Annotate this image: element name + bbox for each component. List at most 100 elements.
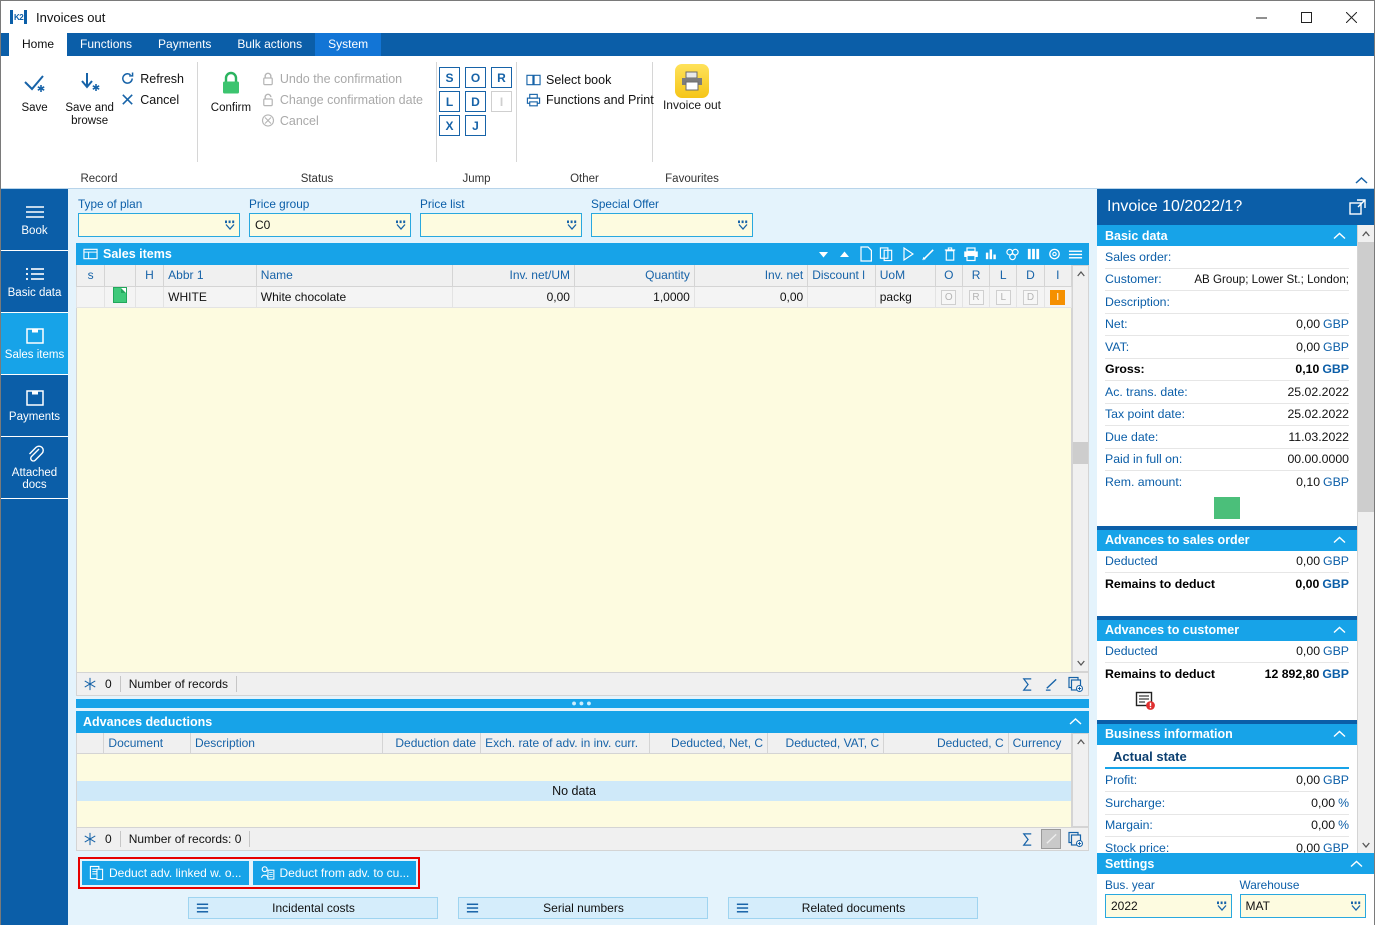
collapse-chevron-icon[interactable] [1333, 232, 1353, 240]
col-deduction-date[interactable]: Deduction date [381, 732, 482, 755]
lookup-icon[interactable] [1349, 898, 1363, 914]
bus-year-input[interactable]: 2022 [1105, 894, 1232, 918]
sidebar-item-payments[interactable]: Payments [1, 375, 68, 437]
tab-home[interactable]: Home [9, 33, 68, 56]
collap[interactable] [1350, 860, 1370, 868]
deduct-adv-linked-button[interactable]: Deduct adv. linked w. o... [82, 861, 249, 885]
lookup-icon[interactable] [1215, 898, 1229, 914]
cancel-status-button[interactable]: Cancel [258, 110, 430, 131]
col-uom[interactable]: UoM [874, 265, 936, 287]
jump-key-d[interactable]: D [465, 91, 486, 112]
col-discount[interactable]: Discount l [807, 265, 876, 287]
col-deducted[interactable]: Deducted, C [883, 732, 1009, 755]
columns-icon[interactable] [1024, 245, 1043, 264]
functions-and-print-button[interactable]: Functions and Print [523, 90, 661, 110]
popout-icon[interactable] [1349, 198, 1366, 216]
run-icon[interactable] [898, 245, 917, 264]
col-s[interactable]: s [75, 265, 106, 287]
print-icon[interactable] [961, 245, 980, 264]
col-r[interactable]: R [961, 265, 991, 287]
add-record-icon[interactable] [1065, 674, 1085, 694]
collapse-chevron-icon[interactable] [1333, 626, 1353, 634]
settings-icon[interactable] [1045, 245, 1064, 264]
refresh-button[interactable]: Refresh [117, 68, 191, 89]
right-panel-scrollbar[interactable] [1357, 225, 1374, 853]
deduct-from-adv-button[interactable]: Deduct from adv. to cu... [252, 861, 417, 885]
tab-bulk-actions[interactable]: Bulk actions [224, 33, 315, 56]
jump-key-o[interactable]: O [465, 67, 486, 88]
snowflake-icon[interactable] [80, 674, 100, 694]
new-record-icon[interactable] [856, 245, 875, 264]
collapse-chevron-icon[interactable] [1333, 536, 1353, 544]
col-description[interactable]: Description [189, 732, 383, 755]
cancel-record-button[interactable]: Cancel [117, 89, 191, 110]
col-document[interactable]: Document [103, 732, 191, 755]
sales-items-scrollbar[interactable] [1072, 265, 1089, 673]
col-abbr1[interactable]: Abbr 1 [163, 265, 257, 287]
change-confirmation-date-button[interactable]: Change confirmation date [258, 89, 430, 110]
favourite-invoice-out-button[interactable]: Invoice out [659, 62, 725, 112]
lookup-icon[interactable] [565, 217, 579, 233]
ribbon-collapse-icon[interactable] [1355, 176, 1368, 185]
col-blank[interactable] [75, 732, 105, 755]
save-button[interactable]: Save [7, 62, 62, 115]
col-h[interactable]: H [134, 265, 165, 287]
col-exch-rate[interactable]: Exch. rate of adv. in inv. curr. [480, 732, 650, 755]
delete-icon[interactable] [940, 245, 959, 264]
col-currency[interactable]: Currency [1007, 732, 1073, 755]
col-name[interactable]: Name [255, 265, 453, 287]
minimize-button[interactable] [1239, 1, 1284, 33]
edit-icon[interactable] [919, 245, 938, 264]
sum-icon[interactable] [1017, 674, 1037, 694]
sort-desc-icon[interactable] [814, 245, 833, 264]
tab-functions[interactable]: Functions [67, 33, 145, 56]
menu-icon[interactable] [1066, 245, 1085, 264]
sort-asc-icon[interactable] [835, 245, 854, 264]
serial-numbers-button[interactable]: Serial numbers [457, 897, 708, 919]
maximize-button[interactable] [1284, 1, 1329, 33]
pivot-icon[interactable] [1003, 245, 1022, 264]
sum-icon[interactable] [1017, 829, 1037, 849]
col-o[interactable]: O [934, 265, 963, 287]
sidebar-item-attached-docs[interactable]: Attached docs [1, 437, 68, 499]
col-deducted-net[interactable]: Deducted, Net, C [648, 732, 769, 755]
col-d[interactable]: D [1016, 265, 1045, 287]
col-quantity[interactable]: Quantity [573, 265, 695, 287]
panel-splitter[interactable]: ●●● [76, 699, 1089, 708]
special-offer-input[interactable] [591, 213, 753, 237]
type-of-plan-input[interactable] [78, 213, 240, 237]
col-l[interactable]: L [989, 265, 1018, 287]
scroll-thumb[interactable] [1073, 441, 1088, 464]
scroll-track[interactable] [1358, 512, 1374, 836]
lookup-icon[interactable] [394, 217, 408, 233]
warehouse-input[interactable]: MAT [1239, 894, 1366, 918]
tab-system[interactable]: System [315, 33, 382, 56]
edit-pencil-icon[interactable] [1041, 674, 1061, 694]
select-book-button[interactable]: Select book [523, 70, 661, 90]
col-deducted-vat[interactable]: Deducted, VAT, C [767, 732, 885, 755]
col-i[interactable]: I [1043, 265, 1073, 287]
table-row[interactable]: WHITE White chocolate 0,00 1,0000 0,00 p… [75, 285, 1073, 308]
lookup-icon[interactable] [223, 217, 237, 233]
col-inv-net[interactable]: Inv. net [693, 265, 809, 287]
save-and-browse-button[interactable]: Save and browse [62, 62, 117, 128]
col-doc[interactable] [104, 265, 136, 287]
invoice-alert-icon[interactable] [1135, 691, 1157, 711]
collapse-chevron-icon[interactable] [1066, 712, 1085, 731]
scroll-up-arrow-icon[interactable] [1073, 266, 1088, 282]
scroll-up-arrow-icon[interactable] [1073, 734, 1088, 750]
incidental-costs-button[interactable]: Incidental costs [187, 897, 438, 919]
sidebar-item-sales-items[interactable]: Sales items [1, 313, 68, 375]
price-group-input[interactable]: C0 [249, 213, 411, 237]
advances-deductions-scrollbar[interactable] [1072, 732, 1089, 827]
lookup-icon[interactable] [736, 217, 750, 233]
jump-key-s[interactable]: S [439, 67, 460, 88]
col-inv-net-um[interactable]: Inv. net/UM [451, 265, 575, 287]
jump-key-j[interactable]: J [465, 115, 486, 136]
scroll-down-arrow-icon[interactable] [1358, 836, 1374, 853]
scroll-thumb[interactable] [1358, 242, 1374, 512]
chart-icon[interactable] [982, 245, 1001, 264]
close-button[interactable] [1329, 1, 1374, 33]
undo-confirmation-button[interactable]: Undo the confirmation [258, 68, 430, 89]
jump-key-r[interactable]: R [491, 67, 512, 88]
